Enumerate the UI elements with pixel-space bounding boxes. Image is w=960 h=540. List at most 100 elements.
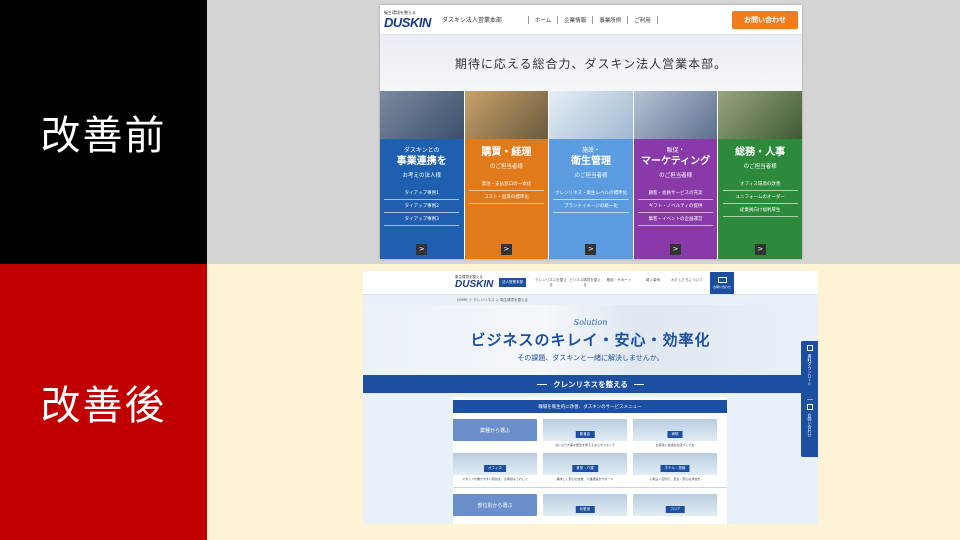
chevron-right-icon[interactable]: > [754,244,766,255]
card-link[interactable]: タイアップ事例2 [384,200,460,213]
hero-eyebrow: Solution [573,317,608,327]
division-badge: 法人営業本部 [499,278,526,287]
category-by-area[interactable]: 部位別から選ぶ [453,494,537,516]
card-link[interactable]: ユニフォームのオーダー [722,191,798,204]
service-tile[interactable]: オフィス [453,453,537,475]
before-nav: ホーム 企業情報 事業所例 ご利用 [527,15,658,24]
tile-label: 食堂・介護 [572,465,598,472]
nav-company[interactable]: 企業情報 [557,15,592,24]
after-label-panel: 改善後 [0,264,207,540]
before-label-panel: 改善前 [0,0,207,264]
chevron-right-icon[interactable]: > [670,244,682,255]
breadcrumb[interactable]: HOME ＞ クレンリネス ＞ 衛生環境を整える [363,295,818,305]
nav-offices[interactable]: 事業所例 [592,15,627,24]
card-title: 衛生管理 [570,156,611,167]
card-link[interactable]: 従業員向け福利厚生 [722,204,798,217]
tile-label: 病院 [667,431,683,438]
category-by-industry[interactable]: 業種から選ぶ [453,419,537,441]
card-link[interactable]: ブランドイメージの統一化 [553,200,629,213]
card-link[interactable]: タイアップ事例3 [384,213,460,226]
before-screenshot: 衛生環境を整える DUSKIN ダスキン法人営業本部 ホーム 企業情報 事業所例… [380,5,802,259]
card-subtitle: のご担当者様 [659,173,693,179]
card-pretitle: 販促・ [666,147,685,154]
card-facility-hygiene[interactable]: 施設・ 衛生管理 のご担当者様 クレンリネス・衛生レベルの標準化 ブランドイメー… [549,91,633,259]
before-card-grid: ダスキンとの 事業連携を お考えの法人様 タイアップ事例1 タイアップ事例2 タ… [380,91,802,259]
panel-heading: 職場を衛生的に改善、ダスキンのサービスメニュー [453,400,727,413]
nav-cleanliness[interactable]: クレンリネスを整える [534,278,568,288]
card-subtitle: お考えの法人様 [402,173,442,179]
contact-button[interactable]: お問い合わせ [732,10,798,29]
service-tile[interactable]: ホテル・旅館 [633,453,717,475]
card-link[interactable]: タイアップ事例1 [384,187,460,200]
after-logo[interactable]: 衛生環境を整える DUSKIN [455,275,497,290]
after-nav: クレンリネスを整える ビジネス環境を整える 販促・サポート 導入事例 わたしたち… [534,278,704,288]
nav-about[interactable]: わたしたちについて [670,278,704,288]
nav-business-environment[interactable]: ビジネス環境を整える [568,278,602,288]
card-photo [718,91,802,139]
chevron-right-icon[interactable]: > [416,244,428,255]
inquiry-tab[interactable]: お問い合わせ [806,398,813,458]
hero-title: ビジネスのキレイ・安心・効率化 [470,330,711,349]
chevron-right-icon[interactable]: > [585,244,597,255]
mail-icon [806,403,813,410]
inquiry-label: お問い合わせ [807,412,813,437]
card-title: 総務・人事 [735,147,786,158]
after-hero: Solution ビジネスのキレイ・安心・効率化 その課題、ダスキンと一緒に解決… [363,305,818,375]
nav-promotion[interactable]: 販促・サポート [602,278,636,288]
card-link[interactable]: 集客・イベントの企画運営 [637,213,714,226]
card-subtitle: のご担当者様 [489,164,523,170]
tile-description [453,443,537,447]
service-menu-panel: 職場を衛生的に改善、ダスキンのサービスメニュー 業種から選ぶ 飲食店 病院 なに… [453,397,727,524]
card-photo [464,91,549,139]
floating-side-tab: 資料ダウンロード お問い合わせ [801,341,818,457]
nav-usage[interactable]: ご利用 [627,15,658,24]
service-tile[interactable]: 食堂・介護 [543,453,627,475]
card-photo [549,91,633,139]
card-title: 購買・経理 [481,147,532,158]
card-photo [633,91,718,139]
card-photo [380,91,464,139]
card-link[interactable]: コスト・品質の標準化 [468,191,544,204]
service-tile[interactable]: 病院 [633,419,717,441]
card-title: 事業連携を [396,156,447,167]
card-pretitle: ダスキンとの [403,147,440,154]
tile-description: 心地よい空間で、安全・安心な滞在を [649,477,701,481]
logo-wordmark: DUSKIN [455,279,494,290]
nav-home[interactable]: ホーム [527,15,557,24]
tile-label: ホテル・旅館 [660,465,690,472]
tile-label: 飲食店 [575,431,595,438]
card-link[interactable]: 発注・支払窓口の一本化 [468,178,544,191]
card-general-affairs[interactable]: 総務・人事 のご担当者様 オフィス環境の改善 ユニフォームのオーダー 従業員向け… [718,91,802,259]
card-link[interactable]: 顧客・会員サービスの充実 [637,187,714,200]
after-screenshot: 衛生環境を整える DUSKIN 法人営業本部 クレンリネスを整える ビジネス環境… [363,271,818,524]
card-link[interactable]: ギフト・ノベルティの提供 [637,200,714,213]
logo-wordmark: DUSKIN [384,15,431,30]
mail-label: お問い合わせ [712,284,731,289]
card-purchasing[interactable]: 購買・経理 のご担当者様 発注・支払窓口の一本化 コスト・品質の標準化 > [464,91,549,259]
before-hero: 期待に応える総合力、ダスキン法人営業本部。 [380,35,802,91]
after-label: 改善後 [40,383,167,429]
service-desc-row: スタッフの働きやすい環境を、お客様もうれしく 美味しく安心の食堂、介護施設をサポ… [453,475,727,481]
service-tile[interactable]: 飲食店 [543,419,627,441]
service-tile[interactable]: フロア [633,494,717,516]
card-business-partnership[interactable]: ダスキンとの 事業連携を お考えの法人様 タイアップ事例1 タイアップ事例2 タ… [380,91,464,259]
card-link[interactable]: オフィス環境の改善 [722,178,798,191]
card-subtitle: のご担当者様 [574,173,608,179]
download-tab[interactable]: 資料ダウンロード [806,341,813,399]
chevron-right-icon[interactable]: > [500,244,512,255]
service-tile[interactable]: 化粧室 [543,494,627,516]
card-subtitle: のご担当者様 [743,164,777,170]
nav-case-studies[interactable]: 導入事例 [636,278,670,288]
tile-description: 美味しく安心の食堂、介護施設をサポート [556,477,614,481]
hero-subtitle: その課題、ダスキンと一緒に解決しませんか。 [517,353,664,362]
band-divider [633,383,644,385]
contact-mail-button[interactable]: お問い合わせ [710,271,734,294]
before-header: 衛生環境を整える DUSKIN ダスキン法人営業本部 ホーム 企業情報 事業所例… [380,5,802,35]
card-link[interactable]: クレンリネス・衛生レベルの標準化 [553,187,629,200]
section-band: クレンリネスを整える [363,375,818,393]
before-logo[interactable]: 衛生環境を整える DUSKIN [384,10,436,29]
card-pretitle: 施設・ [581,147,600,154]
tile-label: フロア [665,506,685,513]
card-marketing[interactable]: 販促・ マーケティング のご担当者様 顧客・会員サービスの充実 ギフト・ノベルテ… [633,91,718,259]
section-title: クレンリネスを整える [553,379,628,389]
